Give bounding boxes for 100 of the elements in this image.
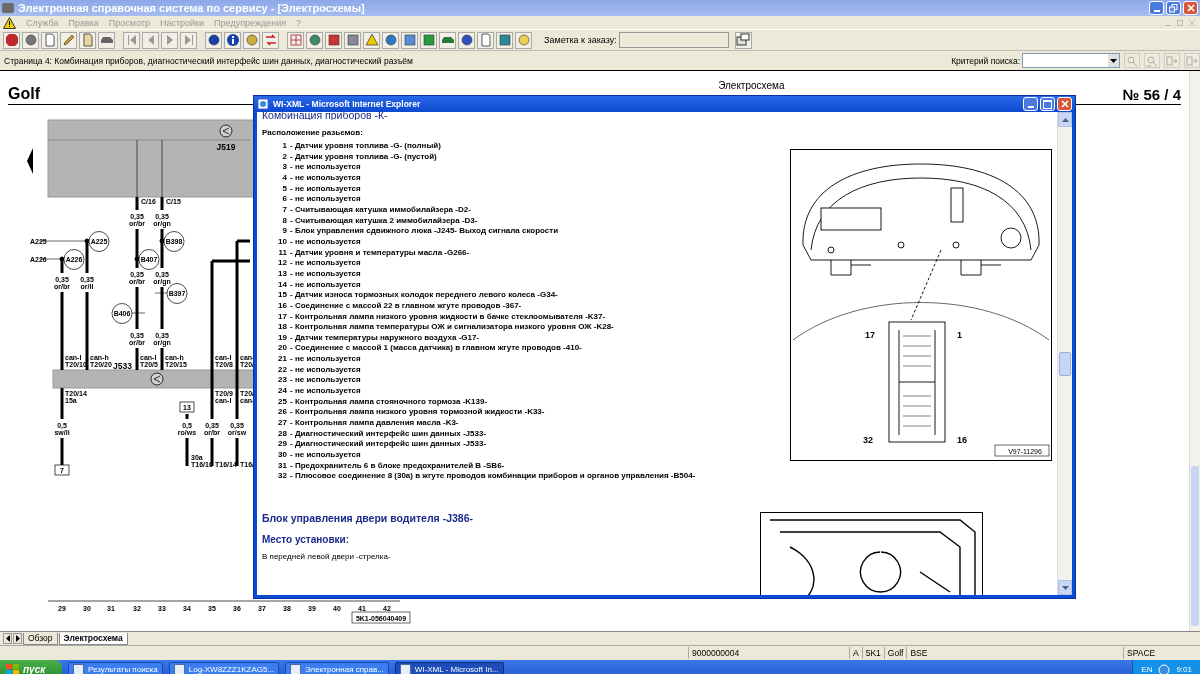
- scroll-right-icon[interactable]: [13, 633, 22, 644]
- car-icon[interactable]: [439, 31, 456, 49]
- pin-label: 16: [957, 435, 967, 445]
- pin-number: 26: [277, 407, 288, 419]
- pin-description: - Диагностический интерфейс шин данных -J533-: [290, 439, 487, 451]
- maximize-button[interactable]: [1040, 97, 1055, 111]
- swap-arrows-icon[interactable]: [262, 31, 279, 49]
- previous-icon[interactable]: [142, 31, 159, 49]
- windows-logo-icon: [6, 663, 19, 674]
- pin-label: 32: [863, 435, 873, 445]
- pin-number: 17: [277, 311, 288, 323]
- pin-description: - Контрольная лампа давления масла -K3-: [290, 418, 459, 429]
- status-field: SPACE: [1123, 647, 1170, 659]
- pin-description: - Считывающая катушка 2 иммобилайзера -D3-: [290, 215, 478, 227]
- menu-item[interactable]: Просмотр: [108, 17, 150, 28]
- warning-icon[interactable]: [363, 31, 380, 49]
- app-icon: [2, 3, 14, 13]
- maximize-icon: [1043, 99, 1052, 109]
- browser-icon: [257, 98, 269, 110]
- menu-item[interactable]: Настройки: [159, 17, 205, 28]
- pin-description: - Соединение с массой 1 (масса датчика) в главном жгуте проводов -410-: [290, 343, 582, 355]
- page-icon[interactable]: [41, 31, 58, 49]
- next-icon[interactable]: [161, 31, 178, 49]
- status-field: Golf: [883, 647, 907, 659]
- first-page-icon[interactable]: [123, 31, 140, 49]
- pin-number: 2: [281, 151, 288, 163]
- scroll-thumb[interactable]: [1059, 352, 1071, 376]
- pin-description: - Датчик износа тормозных колодок переднего левого колеса -G34-: [290, 290, 558, 301]
- menu-item[interactable]: Служба: [26, 17, 59, 28]
- disk-icon[interactable]: [22, 31, 39, 49]
- language-indicator[interactable]: EN: [1141, 665, 1153, 674]
- status-field: BSE: [906, 647, 931, 659]
- status-field: A: [849, 647, 862, 659]
- pin-number: 23: [277, 375, 288, 387]
- pin-description: - не используется: [290, 268, 361, 280]
- search-label: Критерий поиска:: [951, 55, 1020, 66]
- close-button[interactable]: [1057, 97, 1072, 111]
- pin-description: - Контрольная лампа низкого уровня жидкости в бачке стеклоомывателя -K37-: [290, 311, 606, 323]
- pin-label: 1: [957, 330, 962, 340]
- pin-label: 17: [865, 330, 875, 340]
- restore-button[interactable]: [1166, 1, 1181, 15]
- location-heading: Место установки:: [262, 534, 351, 545]
- pin-description: - Датчик температуры наружного воздуха -G17-: [290, 332, 480, 344]
- dropdown-arrow-icon[interactable]: [1110, 58, 1117, 63]
- pin-description: - Контрольная лампа низкого уровня тормозной жидкости -K33-: [290, 407, 545, 419]
- stop-sign-icon[interactable]: [3, 31, 20, 49]
- car-icon[interactable]: [98, 31, 115, 49]
- pin-number: 19: [277, 332, 288, 344]
- pin-number: 16: [277, 300, 288, 312]
- pin-number: 3: [281, 162, 288, 173]
- scroll-up-icon[interactable]: [1061, 117, 1069, 122]
- pin-description: - не используется: [290, 183, 361, 195]
- scroll-thumb[interactable]: [1191, 466, 1199, 626]
- window-title: WI-XML - Microsoft Internet Explorer: [273, 99, 422, 109]
- schematic-title: Электросхема: [717, 80, 785, 91]
- minimize-button[interactable]: [1023, 97, 1038, 111]
- scrollbar[interactable]: [1057, 112, 1072, 595]
- pin-description: - Предохранитель 6 в блоке предохранителей B -SB6-: [290, 460, 505, 472]
- unit-label: J533: [113, 361, 132, 371]
- close-button[interactable]: [1183, 1, 1198, 15]
- left-triangle-icon[interactable]: [27, 148, 33, 174]
- grid-icon[interactable]: [287, 31, 304, 49]
- pin-number: 32: [277, 471, 288, 482]
- pin-description: - Контрольная лампа стояночного тормоза -K139-: [290, 396, 488, 408]
- menu-item[interactable]: Правка: [68, 17, 99, 28]
- globe-icon[interactable]: [382, 31, 399, 49]
- window-settings-icon[interactable]: [734, 31, 752, 49]
- pin-description: - не используется: [290, 386, 361, 397]
- taskbar-button[interactable]: WI-XML - Microsoft In...: [394, 661, 504, 674]
- last-page-icon[interactable]: [180, 31, 197, 49]
- info-icon[interactable]: [224, 31, 241, 49]
- taskbar-button[interactable]: Результаты поиска: [68, 661, 163, 674]
- pin-description: - Датчик уровня топлива -G- (полный): [290, 141, 441, 152]
- pin-description: - Датчик уровня топлива -G- (пустой): [290, 151, 437, 163]
- window-icon: [399, 664, 411, 674]
- location-text: В передней левой двери -стрелка-: [262, 552, 392, 561]
- pin-description: - не используется: [290, 162, 361, 173]
- page-number: № 56 / 4: [1122, 86, 1181, 103]
- pin-number: 18: [277, 322, 288, 333]
- minimize-button[interactable]: [1149, 1, 1164, 15]
- menu-item[interactable]: ?: [296, 17, 302, 28]
- pin-number: 22: [277, 364, 288, 376]
- pin-number: 13: [277, 268, 288, 280]
- scrollbar[interactable]: [1189, 71, 1200, 631]
- pin-number: 14: [277, 279, 288, 291]
- scroll-down-icon[interactable]: [1061, 585, 1069, 590]
- window-icon: [173, 664, 185, 674]
- pin-number: 15: [277, 290, 288, 301]
- taskbar-button[interactable]: Электронная справ...: [285, 661, 389, 674]
- box-icon[interactable]: [401, 31, 418, 49]
- pin-description: - не используется: [290, 194, 361, 205]
- pencil-icon[interactable]: [60, 31, 77, 49]
- tray-icon[interactable]: [1158, 663, 1171, 674]
- taskbar-button[interactable]: Log-XW8ZZZ1KZAG5...: [168, 661, 280, 674]
- sheet-tab[interactable]: Обзор: [23, 632, 58, 645]
- scroll-left-icon[interactable]: [3, 633, 12, 644]
- pin-number: 11: [277, 247, 288, 259]
- sheet-tab[interactable]: Электросхема: [58, 632, 128, 645]
- start-button[interactable]: пуск: [0, 660, 62, 674]
- menu-item[interactable]: Предупреждения: [214, 17, 287, 28]
